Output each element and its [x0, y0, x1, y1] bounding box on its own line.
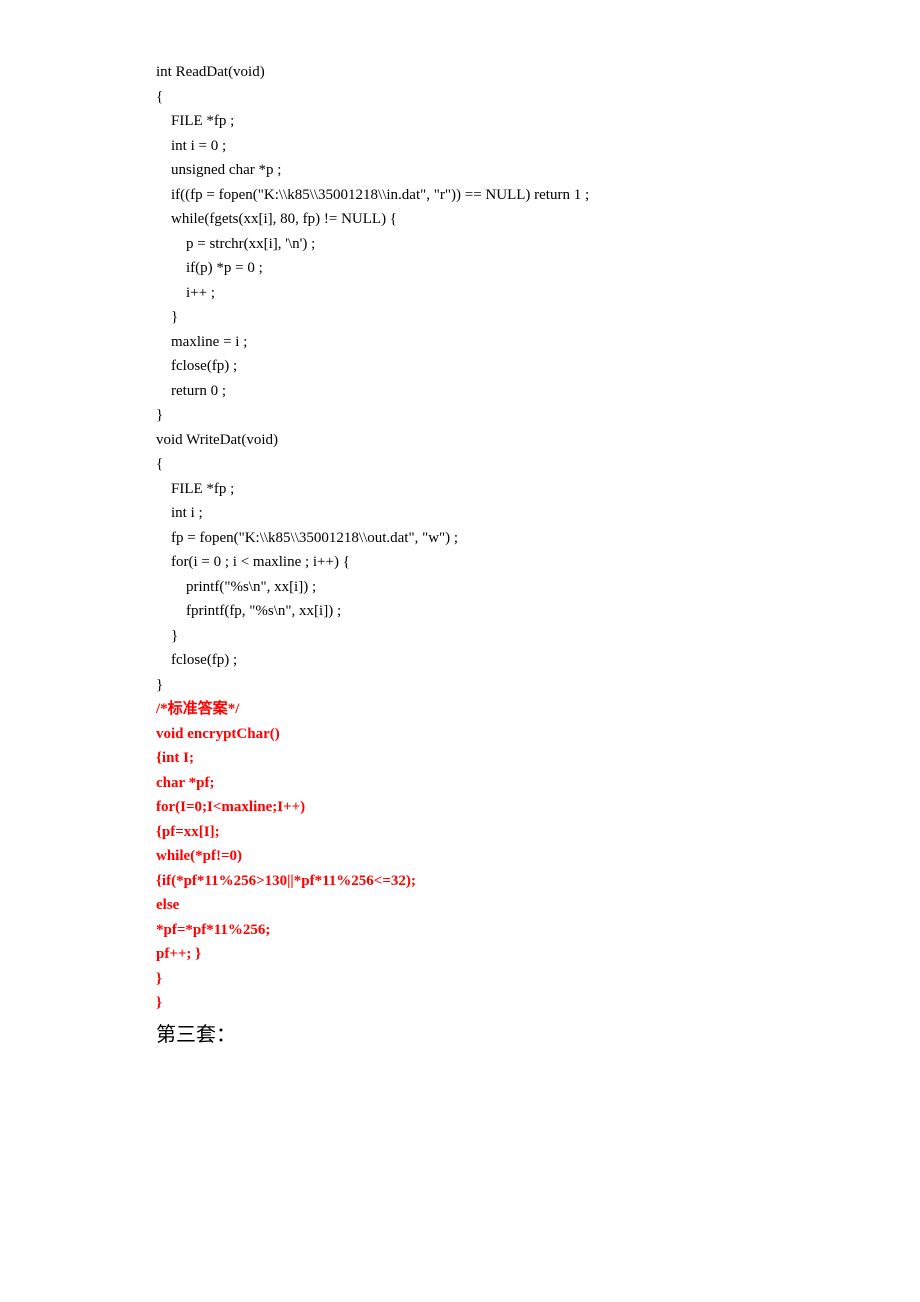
code-line: return 0 ;	[156, 379, 880, 404]
answer-line: }	[156, 991, 880, 1016]
code-line: int ReadDat(void)	[156, 60, 880, 85]
section-heading: 第三套：	[156, 1020, 880, 1050]
code-line: }	[156, 305, 880, 330]
code-line: fprintf(fp, "%s\n", xx[i]) ;	[156, 599, 880, 624]
document-page: int ReadDat(void) { FILE *fp ; int i = 0…	[0, 0, 920, 1090]
code-line: printf("%s\n", xx[i]) ;	[156, 575, 880, 600]
answer-line: {int I;	[156, 746, 880, 771]
code-line: if((fp = fopen("K:\\k85\\35001218\\in.da…	[156, 183, 880, 208]
code-line: for(i = 0 ; i < maxline ; i++) {	[156, 550, 880, 575]
answer-line: pf++; }	[156, 942, 880, 967]
answer-line: {if(*pf*11%256>130||*pf*11%256<=32);	[156, 869, 880, 894]
code-line: maxline = i ;	[156, 330, 880, 355]
code-line: i++ ;	[156, 281, 880, 306]
code-line: int i ;	[156, 501, 880, 526]
code-line: fp = fopen("K:\\k85\\35001218\\out.dat",…	[156, 526, 880, 551]
answer-line: while(*pf!=0)	[156, 844, 880, 869]
answer-line: *pf=*pf*11%256;	[156, 918, 880, 943]
code-line: }	[156, 624, 880, 649]
code-line: FILE *fp ;	[156, 109, 880, 134]
code-line: {	[156, 85, 880, 110]
answer-line: else	[156, 893, 880, 918]
answer-label: /*标准答案*/	[156, 697, 880, 722]
answer-line: {pf=xx[I];	[156, 820, 880, 845]
code-line: }	[156, 403, 880, 428]
code-line: }	[156, 673, 880, 698]
code-line: unsigned char *p ;	[156, 158, 880, 183]
code-line: FILE *fp ;	[156, 477, 880, 502]
answer-line: for(I=0;I<maxline;I++)	[156, 795, 880, 820]
code-line: fclose(fp) ;	[156, 648, 880, 673]
answer-line: void encryptChar()	[156, 722, 880, 747]
code-line: p = strchr(xx[i], '\n') ;	[156, 232, 880, 257]
code-line: fclose(fp) ;	[156, 354, 880, 379]
code-line: while(fgets(xx[i], 80, fp) != NULL) {	[156, 207, 880, 232]
code-line: {	[156, 452, 880, 477]
answer-line: }	[156, 967, 880, 992]
code-line: void WriteDat(void)	[156, 428, 880, 453]
code-line: if(p) *p = 0 ;	[156, 256, 880, 281]
answer-line: char *pf;	[156, 771, 880, 796]
code-line: int i = 0 ;	[156, 134, 880, 159]
